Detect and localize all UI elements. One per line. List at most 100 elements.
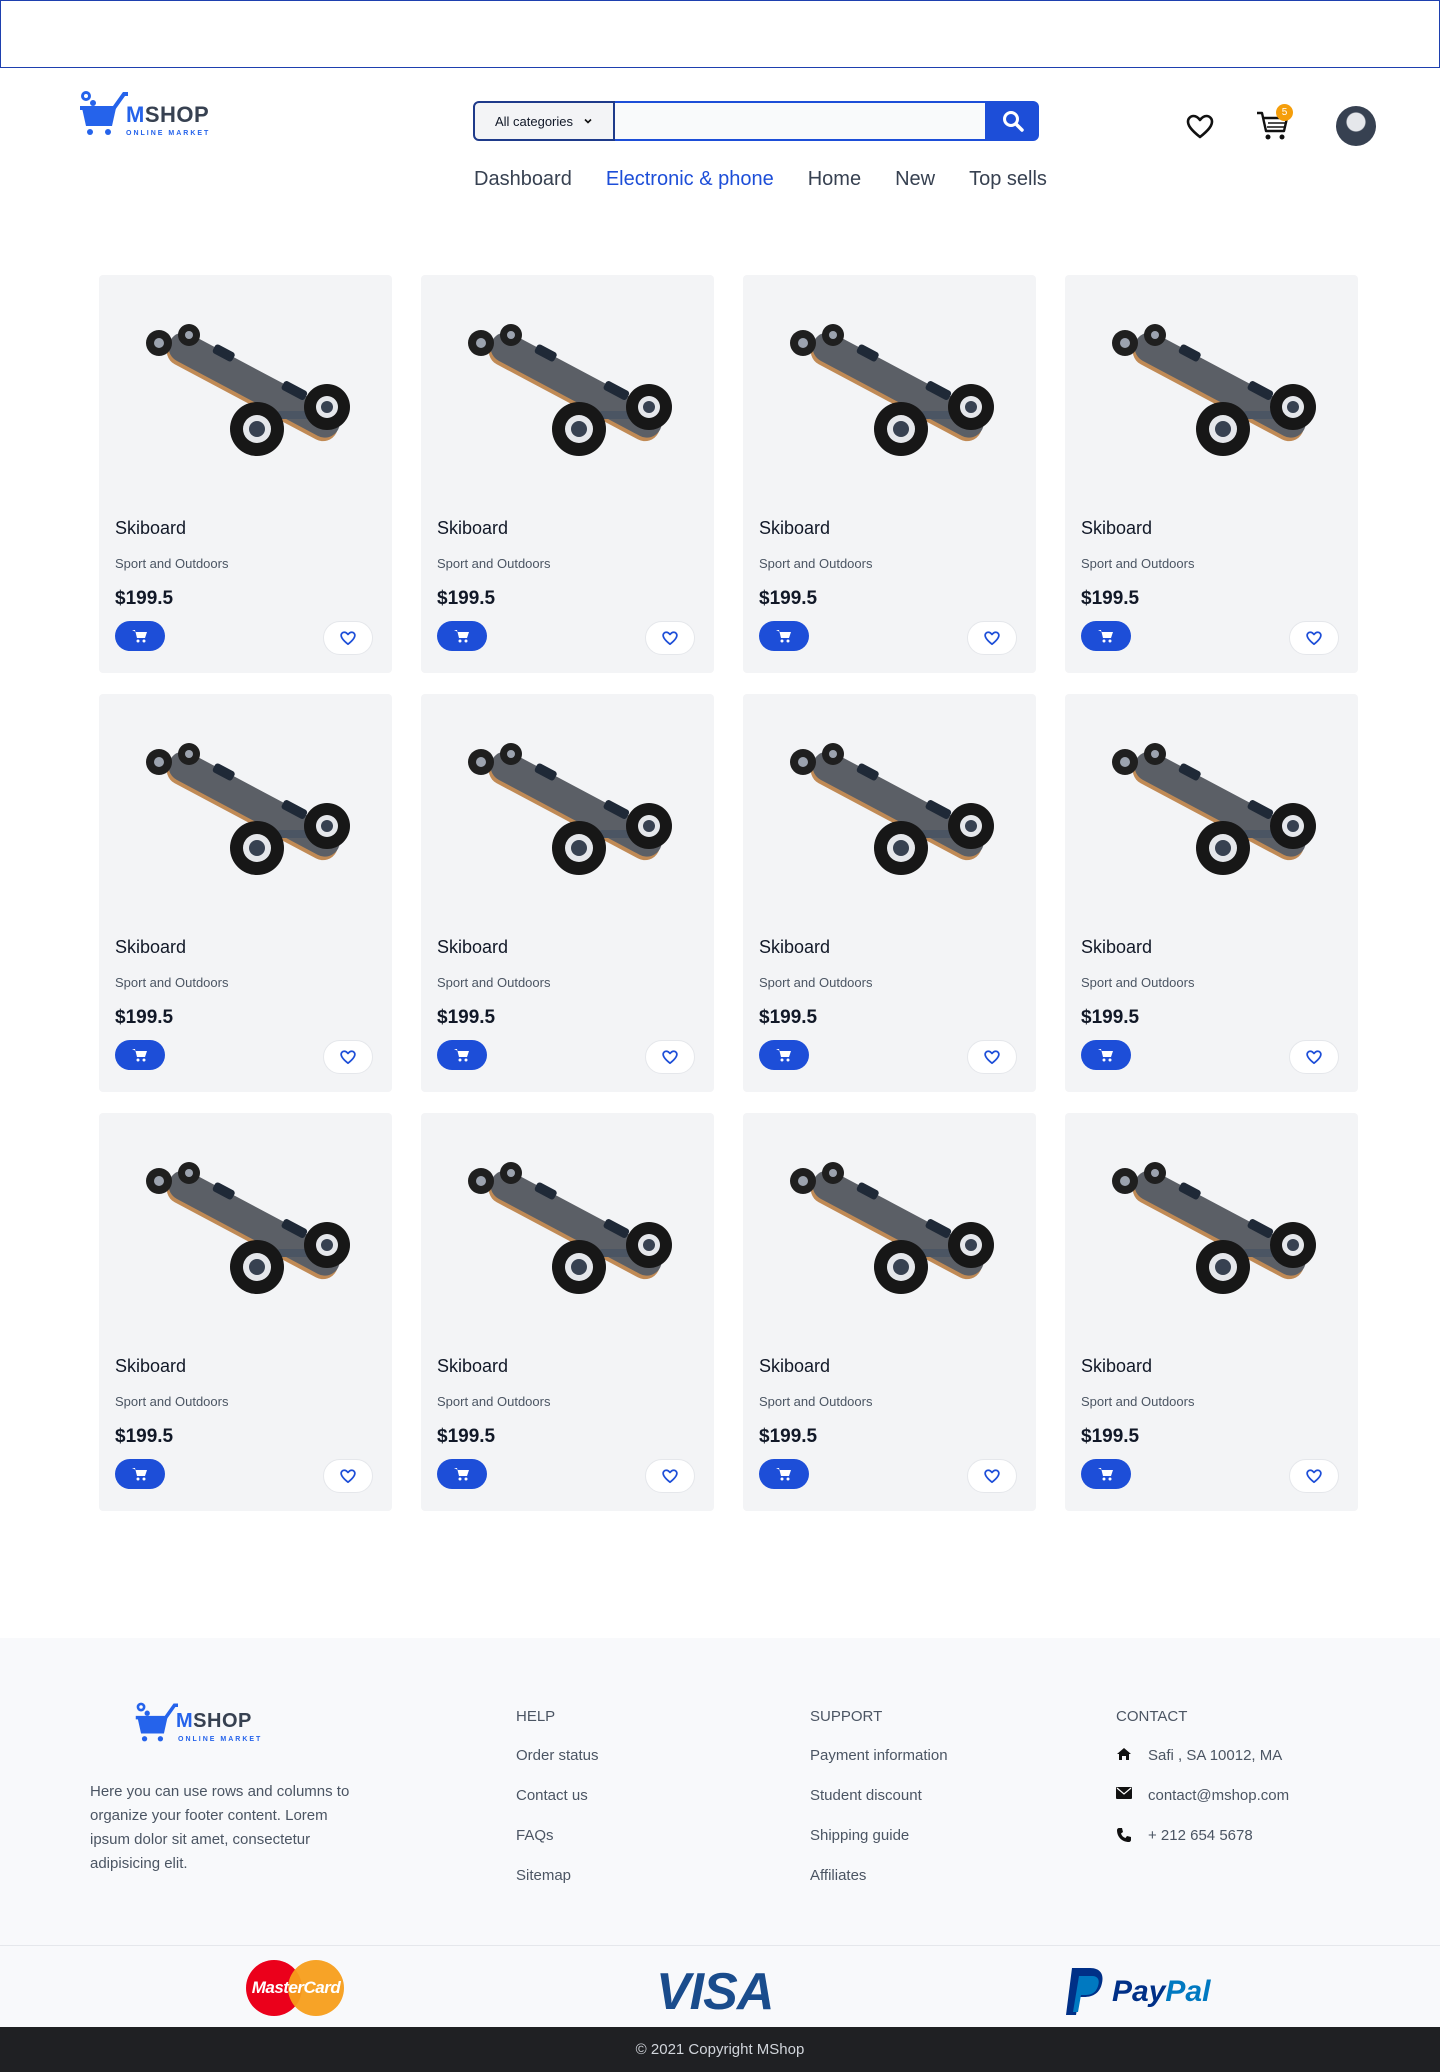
footer-contact-phone[interactable]: + 212 654 5678 (1116, 1827, 1289, 1867)
mastercard-text: MasterCard (251, 1978, 341, 1997)
product-image[interactable] (1093, 1151, 1333, 1301)
add-to-wishlist-button[interactable] (1289, 1040, 1339, 1074)
product-card[interactable]: Skiboard Sport and Outdoors $199.5 (421, 275, 714, 673)
add-to-wishlist-button[interactable] (323, 621, 373, 655)
user-avatar[interactable] (1336, 106, 1376, 146)
add-to-cart-button[interactable] (1081, 1040, 1131, 1070)
add-to-wishlist-button[interactable] (645, 1040, 695, 1074)
add-to-wishlist-button[interactable] (967, 1040, 1017, 1074)
add-to-wishlist-button[interactable] (645, 1459, 695, 1493)
category-select[interactable]: All categories (473, 101, 615, 141)
product-price: $199.5 (759, 1426, 818, 1447)
add-to-cart-button[interactable] (437, 1040, 487, 1070)
footer-link-contact-us[interactable]: Contact us (516, 1787, 599, 1827)
product-price: $199.5 (1081, 588, 1140, 609)
product-card[interactable]: Skiboard Sport and Outdoors $199.5 (99, 275, 392, 673)
product-price: $199.5 (115, 588, 174, 609)
add-to-cart-button[interactable] (1081, 1459, 1131, 1489)
product-name[interactable]: Skiboard (1081, 518, 1152, 539)
chevron-down-icon (584, 118, 592, 124)
product-card[interactable]: Skiboard Sport and Outdoors $199.5 (421, 1113, 714, 1511)
nav-item-electronic-phone[interactable]: Electronic & phone (606, 168, 774, 191)
cart-icon (454, 1049, 469, 1062)
product-card[interactable]: Skiboard Sport and Outdoors $199.5 (421, 694, 714, 1092)
top-banner-area (0, 0, 1440, 68)
add-to-cart-button[interactable] (759, 621, 809, 651)
footer-contact-email[interactable]: contact@mshop.com (1116, 1787, 1289, 1827)
footer-link-student-discount[interactable]: Student discount (810, 1787, 948, 1827)
product-image[interactable] (127, 732, 367, 882)
add-to-cart-button[interactable] (115, 621, 165, 651)
product-image[interactable] (1093, 313, 1333, 463)
cart-count-badge: 5 (1276, 104, 1293, 121)
add-to-wishlist-button[interactable] (323, 1459, 373, 1493)
add-to-wishlist-button[interactable] (1289, 1459, 1339, 1493)
add-to-cart-button[interactable] (115, 1459, 165, 1489)
product-card[interactable]: Skiboard Sport and Outdoors $199.5 (1065, 1113, 1358, 1511)
add-to-cart-button[interactable] (759, 1459, 809, 1489)
footer-link-faqs[interactable]: FAQs (516, 1827, 599, 1867)
product-card[interactable]: Skiboard Sport and Outdoors $199.5 (1065, 694, 1358, 1092)
footer-link-order-status[interactable]: Order status (516, 1747, 599, 1787)
category-select-label: All categories (494, 113, 574, 129)
nav-item-top-sells[interactable]: Top sells (969, 168, 1047, 191)
footer-link-shipping-guide[interactable]: Shipping guide (810, 1827, 948, 1867)
product-name[interactable]: Skiboard (115, 937, 186, 958)
heart-icon (984, 1049, 1000, 1064)
product-image[interactable] (771, 732, 1011, 882)
skiboard-product-image (146, 324, 350, 456)
product-name[interactable]: Skiboard (437, 937, 508, 958)
product-name[interactable]: Skiboard (759, 1356, 830, 1377)
wishlist-heart-icon[interactable] (1186, 114, 1214, 140)
product-card[interactable]: Skiboard Sport and Outdoors $199.5 (99, 1113, 392, 1511)
nav-item-dashboard[interactable]: Dashboard (474, 168, 572, 191)
product-card[interactable]: Skiboard Sport and Outdoors $199.5 (743, 1113, 1036, 1511)
search-input[interactable] (615, 101, 987, 141)
brand-logo[interactable]: MSHOP ONLINE MARKET (78, 88, 213, 148)
add-to-wishlist-button[interactable] (967, 1459, 1017, 1493)
footer-brand-name: MSHOP (176, 1710, 252, 1732)
product-image[interactable] (1093, 732, 1333, 882)
product-card[interactable]: Skiboard Sport and Outdoors $199.5 (99, 694, 392, 1092)
skiboard-product-image (146, 743, 350, 875)
heart-icon (340, 1468, 356, 1483)
add-to-cart-button[interactable] (115, 1040, 165, 1070)
product-name[interactable]: Skiboard (759, 937, 830, 958)
footer-brand-logo[interactable]: MSHOP ONLINE MARKET (134, 1698, 264, 1753)
footer-link-affiliates[interactable]: Affiliates (810, 1867, 948, 1907)
footer-link-sitemap[interactable]: Sitemap (516, 1867, 599, 1907)
product-image[interactable] (449, 732, 689, 882)
product-image[interactable] (127, 313, 367, 463)
add-to-cart-button[interactable] (437, 1459, 487, 1489)
product-image[interactable] (127, 1151, 367, 1301)
product-image[interactable] (449, 1151, 689, 1301)
search-button[interactable] (987, 101, 1039, 141)
product-name[interactable]: Skiboard (1081, 1356, 1152, 1377)
product-image[interactable] (771, 313, 1011, 463)
product-name[interactable]: Skiboard (1081, 937, 1152, 958)
product-price: $199.5 (437, 1007, 496, 1028)
product-image[interactable] (771, 1151, 1011, 1301)
add-to-wishlist-button[interactable] (645, 621, 695, 655)
footer-link-payment-info[interactable]: Payment information (810, 1747, 948, 1787)
product-name[interactable]: Skiboard (759, 518, 830, 539)
product-card[interactable]: Skiboard Sport and Outdoors $199.5 (743, 275, 1036, 673)
nav-item-new[interactable]: New (895, 168, 935, 191)
product-card[interactable]: Skiboard Sport and Outdoors $199.5 (1065, 275, 1358, 673)
add-to-wishlist-button[interactable] (1289, 621, 1339, 655)
product-name[interactable]: Skiboard (437, 1356, 508, 1377)
add-to-cart-button[interactable] (1081, 621, 1131, 651)
product-name[interactable]: Skiboard (115, 518, 186, 539)
add-to-wishlist-button[interactable] (967, 621, 1017, 655)
product-name[interactable]: Skiboard (437, 518, 508, 539)
product-image[interactable] (449, 313, 689, 463)
copyright-bar: © 2021 Copyright MShop (0, 2027, 1440, 2072)
add-to-cart-button[interactable] (437, 621, 487, 651)
add-to-wishlist-button[interactable] (323, 1040, 373, 1074)
product-category: Sport and Outdoors (437, 1394, 551, 1409)
product-card[interactable]: Skiboard Sport and Outdoors $199.5 (743, 694, 1036, 1092)
add-to-cart-button[interactable] (759, 1040, 809, 1070)
nav-item-home[interactable]: Home (808, 168, 861, 191)
product-name[interactable]: Skiboard (115, 1356, 186, 1377)
product-category: Sport and Outdoors (1081, 975, 1195, 990)
